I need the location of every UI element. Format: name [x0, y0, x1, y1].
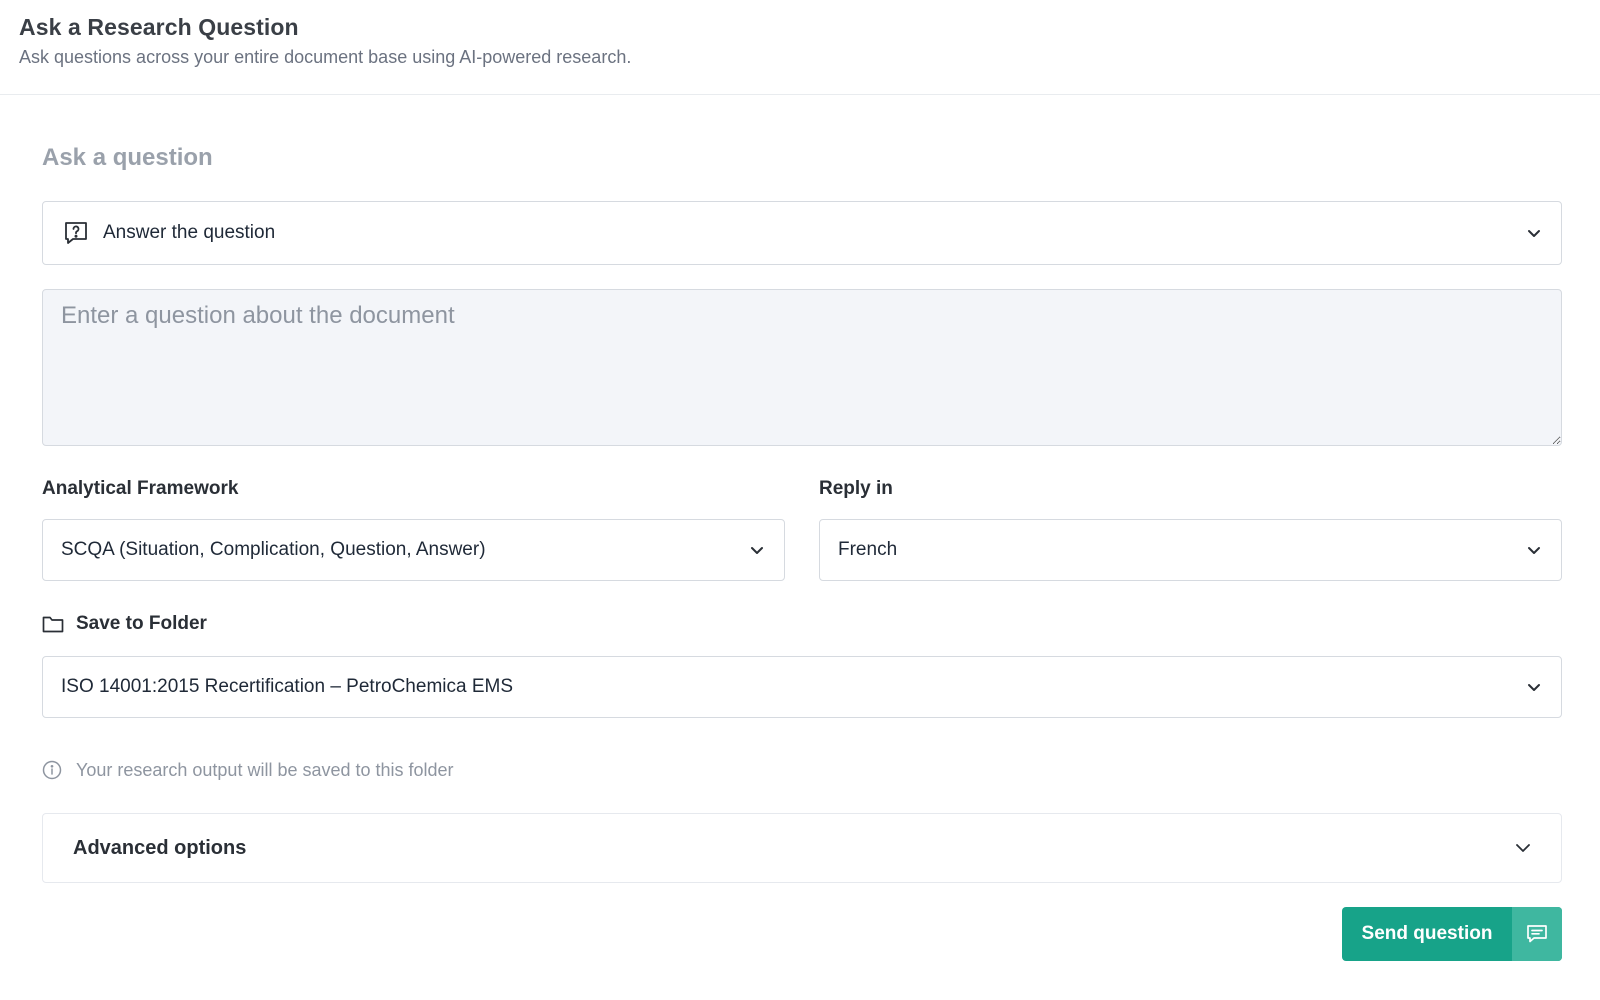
folder-select[interactable]: ISO 14001:2015 Recertification – PetroCh…: [42, 656, 1562, 718]
message-icon: [1512, 907, 1562, 961]
framework-value: SCQA (Situation, Complication, Question,…: [61, 539, 486, 560]
reply-language-label: Reply in: [819, 478, 893, 499]
reply-language-value: French: [838, 539, 898, 560]
page-title: Ask a Research Question: [19, 14, 299, 40]
question-mode-value: Answer the question: [103, 222, 276, 243]
folder-label-row: Save to Folder: [42, 613, 207, 635]
chevron-down-icon: [1525, 541, 1543, 559]
folder-hint: Your research output will be saved to th…: [42, 759, 454, 781]
chevron-down-icon: [1525, 224, 1543, 242]
folder-label: Save to Folder: [76, 613, 207, 634]
question-bubble-icon: [63, 220, 89, 246]
folder-value: ISO 14001:2015 Recertification – PetroCh…: [61, 676, 514, 697]
page-header: Ask a Research Question Ask questions ac…: [0, 0, 1600, 95]
send-question-button[interactable]: Send question: [1342, 907, 1562, 961]
chevron-down-icon: [1515, 843, 1531, 853]
folder-hint-text: Your research output will be saved to th…: [76, 759, 454, 780]
framework-select[interactable]: SCQA (Situation, Complication, Question,…: [42, 519, 785, 581]
page-subtitle: Ask questions across your entire documen…: [19, 47, 632, 67]
question-input[interactable]: [42, 289, 1562, 446]
folder-icon: [42, 614, 64, 634]
question-mode-select[interactable]: Answer the question: [42, 201, 1562, 265]
framework-label: Analytical Framework: [42, 478, 239, 499]
section-heading: Ask a question: [42, 144, 213, 171]
chevron-down-icon: [748, 541, 766, 559]
advanced-options-label: Advanced options: [73, 836, 247, 859]
advanced-options-toggle[interactable]: Advanced options: [42, 813, 1562, 883]
send-question-label: Send question: [1361, 923, 1493, 944]
chevron-down-icon: [1525, 678, 1543, 696]
reply-language-select[interactable]: French: [819, 519, 1562, 581]
info-icon: [42, 759, 64, 781]
